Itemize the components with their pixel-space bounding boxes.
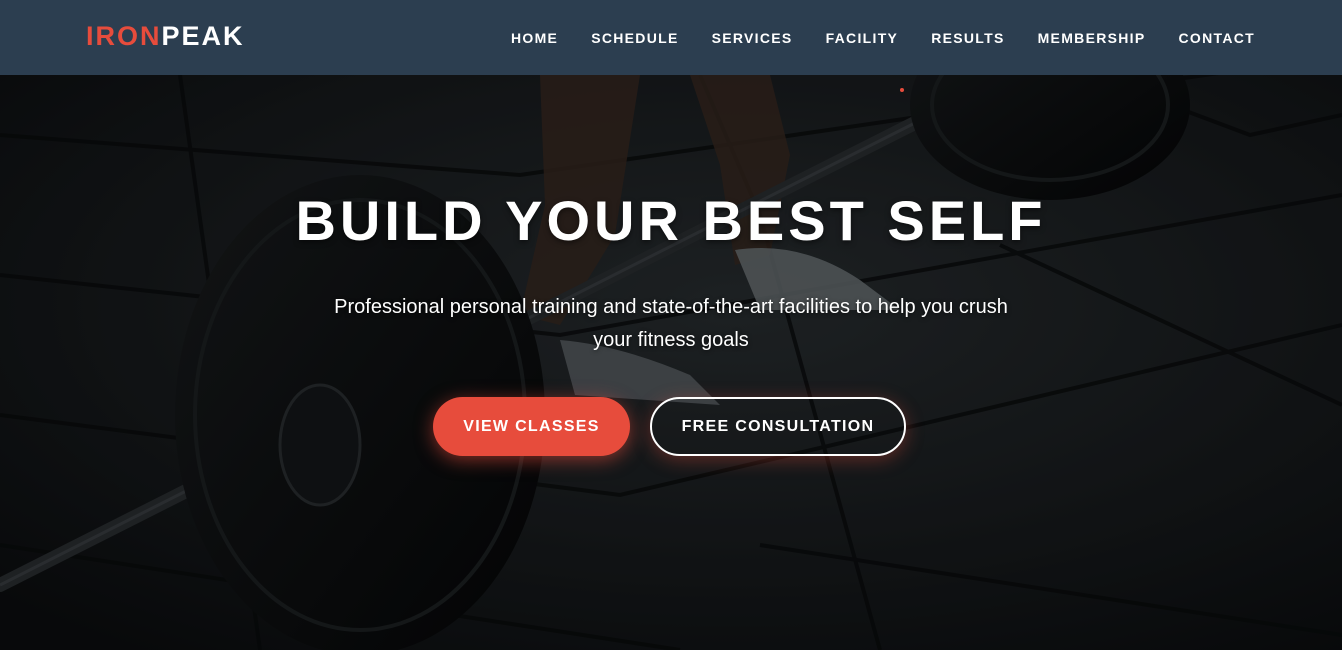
logo-part-iron: IRON bbox=[86, 21, 162, 51]
free-consultation-button[interactable]: FREE CONSULTATION bbox=[650, 397, 906, 456]
nav-facility[interactable]: FACILITY bbox=[826, 29, 899, 47]
nav-home[interactable]: HOME bbox=[511, 29, 558, 47]
brand-logo[interactable]: IRONPEAK bbox=[86, 21, 245, 51]
nav-results[interactable]: RESULTS bbox=[931, 29, 1004, 47]
main-nav: HOME SCHEDULE SERVICES FACILITY RESULTS … bbox=[478, 0, 1255, 75]
nav-contact[interactable]: CONTACT bbox=[1179, 29, 1256, 47]
decorative-dot bbox=[900, 88, 904, 92]
top-navbar: IRONPEAK HOME SCHEDULE SERVICES FACILITY… bbox=[0, 0, 1342, 75]
hero-section: BUILD YOUR BEST SELF Professional person… bbox=[0, 75, 1342, 650]
nav-services[interactable]: SERVICES bbox=[712, 29, 793, 47]
logo-part-peak: PEAK bbox=[161, 21, 245, 51]
hero-subtitle: Professional personal training and state… bbox=[334, 296, 1008, 351]
hero-overlay bbox=[0, 75, 1342, 650]
nav-membership[interactable]: MEMBERSHIP bbox=[1038, 29, 1146, 47]
hero-title: BUILD YOUR BEST SELF bbox=[295, 189, 1047, 252]
view-classes-button[interactable]: VIEW CLASSES bbox=[433, 397, 630, 456]
nav-schedule[interactable]: SCHEDULE bbox=[591, 29, 678, 47]
